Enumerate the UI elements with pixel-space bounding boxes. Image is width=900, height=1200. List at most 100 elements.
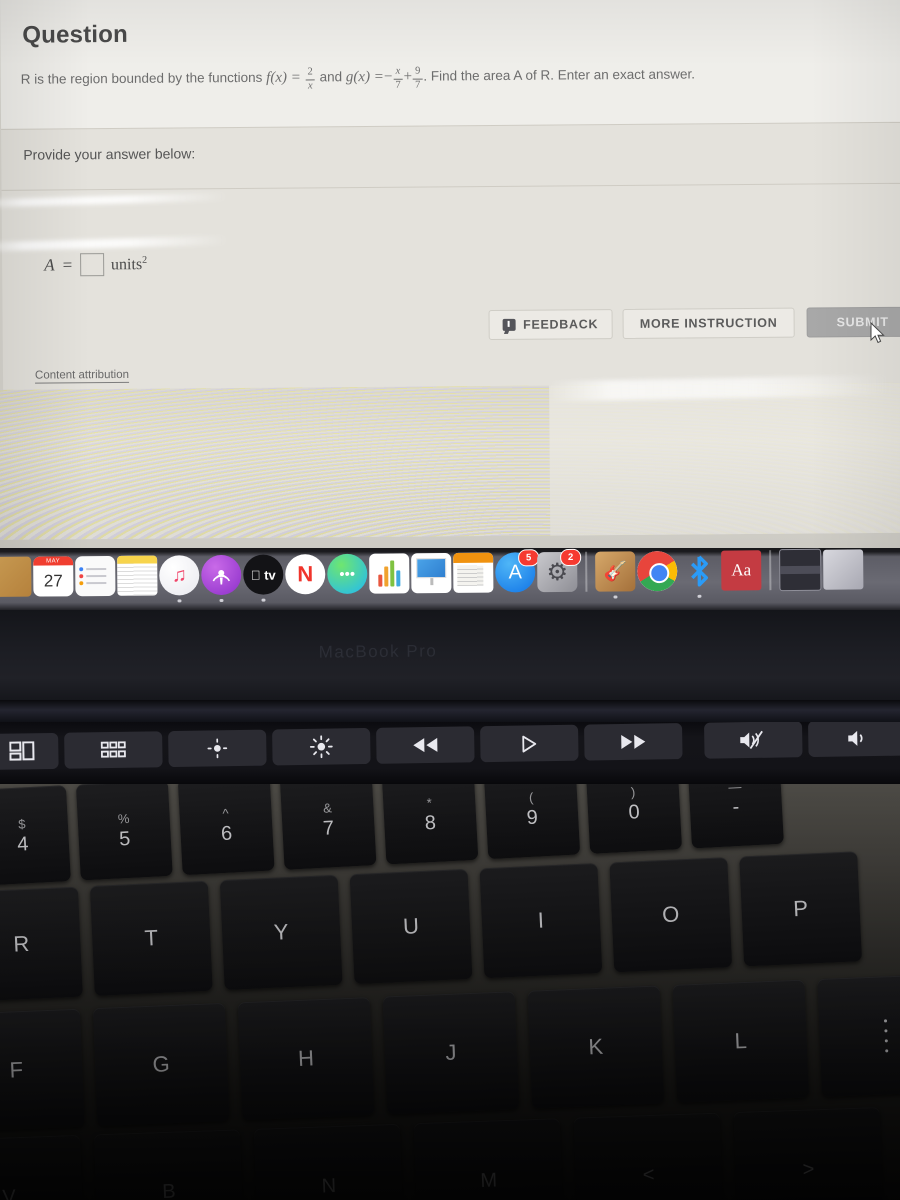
key-6[interactable]: ^ 6 [177,784,275,876]
running-indicator [697,594,701,598]
key-semicolon[interactable] [817,973,900,1097]
dock-item-keynote[interactable] [411,552,452,594]
more-instruction-button[interactable]: MORE INSTRUCTION [622,307,795,340]
mute-icon [740,730,763,750]
units-label: units2 [111,255,147,275]
key-l[interactable]: L [672,979,810,1103]
answer-row: A = units2 [44,253,147,277]
dock-item-messages[interactable]: ••• [327,553,368,595]
key-0[interactable]: ) 0 [585,784,683,854]
touchbar-rewind[interactable] [376,726,475,764]
feedback-button-label: FEEDBACK [523,317,599,332]
key-main-label: M [480,1169,498,1192]
macbook-pro-wordmark: MacBook Pro [318,641,438,662]
key-4[interactable]: $4 [0,785,71,886]
dock-item-news[interactable]: N [285,554,326,595]
key-top-label: $ [17,815,26,832]
news-icon: N [297,561,314,587]
dock-item-notes[interactable] [117,555,158,596]
key-u[interactable]: U [349,868,473,985]
content-attribution-link[interactable]: Content attribution [34,368,130,384]
dock-item-music[interactable]: ♫ [159,555,200,603]
key-7[interactable]: & 7 [279,784,377,870]
feedback-button[interactable]: FEEDBACK [488,309,613,341]
key-main-label: > [802,1158,815,1181]
g-plus-sign: + [403,68,413,85]
key-p[interactable]: P [739,851,863,967]
touchbar-mute[interactable] [704,722,803,759]
key-k[interactable]: K [527,985,665,1109]
key-main-label: 5 [118,827,131,850]
key-comma[interactable]: < [573,1112,724,1200]
touchbar-volume-down[interactable] [807,722,900,758]
key-main-label: P [792,895,809,922]
dock-item-system-preferences[interactable]: ⚙ 2 [537,548,582,593]
key-main-label: J [444,1039,457,1066]
key-t[interactable]: T [89,880,213,996]
touchbar-brightness-up[interactable] [272,727,371,766]
key-minus[interactable]: — - [687,784,784,849]
key-j[interactable]: J [382,991,520,1115]
dock-item-reminders[interactable] [75,555,116,597]
dock-item-downloads[interactable] [779,548,822,592]
dock-item-dictionary[interactable]: Aa [721,550,762,591]
podcast-icon [212,569,231,585]
key-v[interactable]: V [0,1134,85,1200]
key-main-label: F [9,1057,24,1083]
touchbar-play-pause[interactable] [480,724,579,763]
laptop-screen: Question R is the region bounded by the … [0,0,900,548]
key-f[interactable]: F [0,1008,85,1132]
provide-answer-label: Provide your answer below: [23,145,196,163]
key-i[interactable]: I [479,863,603,979]
screen-moire-pattern [0,382,900,540]
key-5[interactable]: % 5 [75,784,173,881]
fraction-f-denominator: x [307,79,313,91]
dock-item-finder[interactable] [0,556,32,597]
key-g[interactable]: G [92,1002,230,1127]
dock-separator-2 [769,550,772,591]
dock-item-apple-tv[interactable]:  tv [243,554,284,602]
key-top-label: ^ [222,805,229,821]
key-main-label: U [402,913,420,939]
dock-item-podcasts[interactable] [201,554,242,602]
dock-item-trash[interactable] [823,549,864,590]
key-y[interactable]: Y [219,874,343,991]
key-main-label: 9 [526,806,539,829]
key-main-label: - [732,795,740,818]
key-top-label: — [727,784,742,795]
key-b[interactable]: B [93,1129,245,1200]
dock-item-app-store[interactable]: A 5 [495,549,540,593]
dock-item-garageband[interactable]: 🎸 [595,551,636,599]
dock-item-calendar[interactable]: MAY 27 [33,556,74,597]
touchbar-fast-forward[interactable] [584,723,683,761]
key-main-label: I [537,907,545,933]
dock-item-bluetooth[interactable] [679,551,719,598]
key-main-label: 6 [220,822,233,845]
dock-separator-1 [585,551,588,592]
key-period[interactable]: > [733,1106,884,1200]
fraction-g1: x 7 [393,66,403,91]
key-h[interactable]: H [237,997,375,1121]
key-8[interactable]: * 8 [381,784,479,865]
key-n[interactable]: N [253,1123,404,1200]
key-r[interactable]: R [0,886,83,1002]
touchbar-launchpad[interactable] [64,731,163,769]
dock-item-chrome[interactable] [637,551,678,592]
dock-item-numbers[interactable] [369,553,410,594]
messages-icon: ••• [339,565,356,583]
running-indicator [261,598,266,602]
touchbar-brightness-down[interactable] [168,729,267,768]
answer-input[interactable] [79,253,105,277]
key-main-label: K [587,1033,604,1060]
dock-item-pages[interactable] [453,552,494,593]
key-o[interactable]: O [609,857,733,973]
app-store-badge: 5 [518,549,540,567]
key-top-label: ( [528,789,534,805]
touchbar-mission-control[interactable] [0,732,59,770]
units-word: units [110,255,143,274]
units-exponent: 2 [142,254,148,266]
key-m[interactable]: M [413,1118,564,1200]
key-9[interactable]: (9 [483,784,581,860]
rewind-icon [413,737,438,753]
brightness-up-icon [309,735,333,759]
